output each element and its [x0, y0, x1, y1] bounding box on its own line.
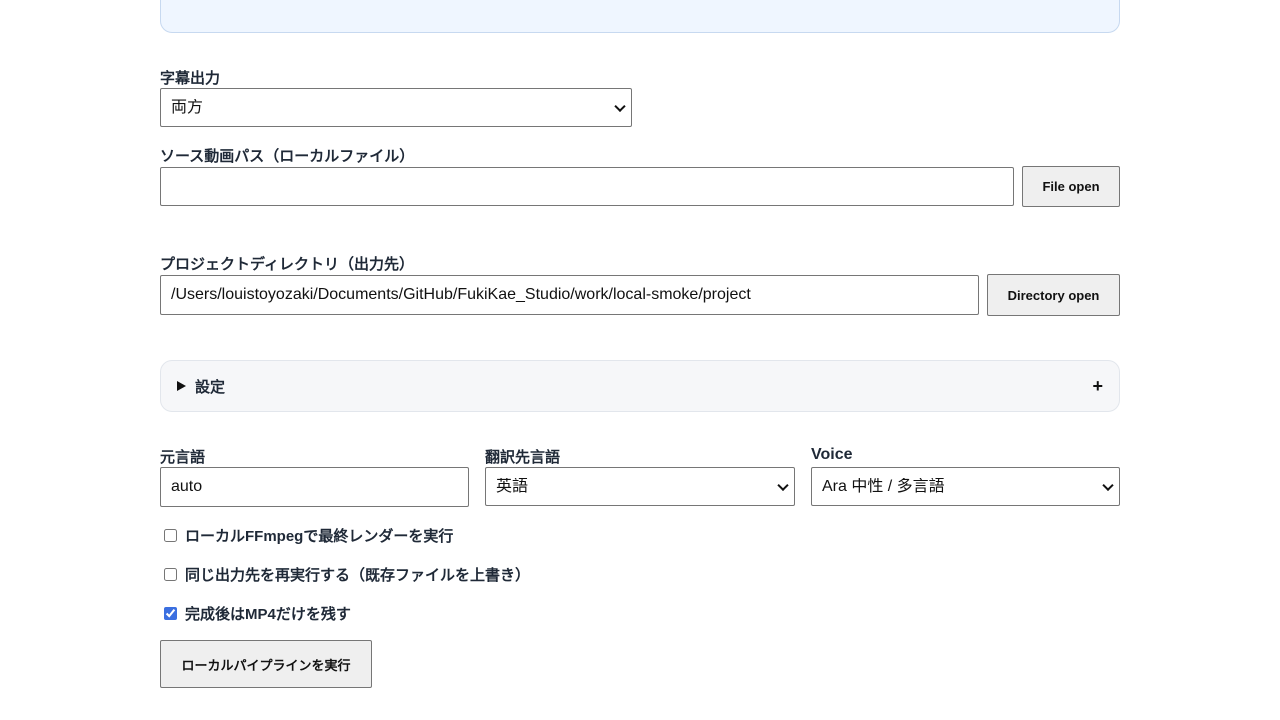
- ffmpeg-render-checkbox[interactable]: [164, 529, 177, 542]
- directory-open-button[interactable]: Directory open: [987, 274, 1120, 316]
- source-video-path-input[interactable]: [160, 167, 1014, 206]
- target-language-select[interactable]: 英語: [485, 467, 795, 506]
- subtitle-output-select-wrapper: 両方: [160, 88, 632, 127]
- page: 字幕出力 両方 ソース動画パス（ローカルファイル） File open プロジェ…: [0, 0, 1280, 720]
- target-language-label: 翻訳先言語: [485, 449, 561, 466]
- voice-select[interactable]: Ara 中性 / 多言語: [811, 467, 1120, 506]
- keep-mp4-only-label: 完成後はMP4だけを残す: [185, 606, 351, 623]
- ffmpeg-render-label: ローカルFFmpegで最終レンダーを実行: [185, 528, 454, 545]
- top-info-panel: [160, 0, 1120, 33]
- rerun-overwrite-checkbox[interactable]: [164, 568, 177, 581]
- source-language-label: 元言語: [160, 449, 206, 466]
- rerun-overwrite-label: 同じ出力先を再実行する（既存ファイルを上書き）: [185, 567, 531, 584]
- project-directory-label: プロジェクトディレクトリ（出力先）: [160, 256, 414, 273]
- source-language-input[interactable]: [160, 467, 469, 507]
- disclosure-triangle-icon: [177, 381, 186, 391]
- keep-mp4-only-checkbox[interactable]: [164, 607, 177, 620]
- file-open-button[interactable]: File open: [1022, 166, 1120, 207]
- subtitle-output-select[interactable]: 両方: [160, 88, 632, 127]
- settings-details-toggle[interactable]: 設定 +: [160, 360, 1120, 412]
- plus-icon: +: [1092, 375, 1103, 396]
- option-keep-mp4-only[interactable]: 完成後はMP4だけを残す: [164, 603, 351, 624]
- run-local-pipeline-button[interactable]: ローカルパイプラインを実行: [160, 640, 372, 688]
- voice-label: Voice: [811, 446, 853, 463]
- option-rerun-overwrite[interactable]: 同じ出力先を再実行する（既存ファイルを上書き）: [164, 564, 530, 585]
- option-ffmpeg-render[interactable]: ローカルFFmpegで最終レンダーを実行: [164, 525, 453, 546]
- source-video-label: ソース動画パス（ローカルファイル）: [160, 148, 415, 165]
- target-language-select-wrapper: 英語: [485, 467, 795, 506]
- voice-select-wrapper: Ara 中性 / 多言語: [811, 467, 1120, 506]
- project-directory-input[interactable]: [160, 275, 979, 315]
- settings-summary-label: 設定: [195, 378, 226, 396]
- subtitle-output-label: 字幕出力: [160, 70, 221, 87]
